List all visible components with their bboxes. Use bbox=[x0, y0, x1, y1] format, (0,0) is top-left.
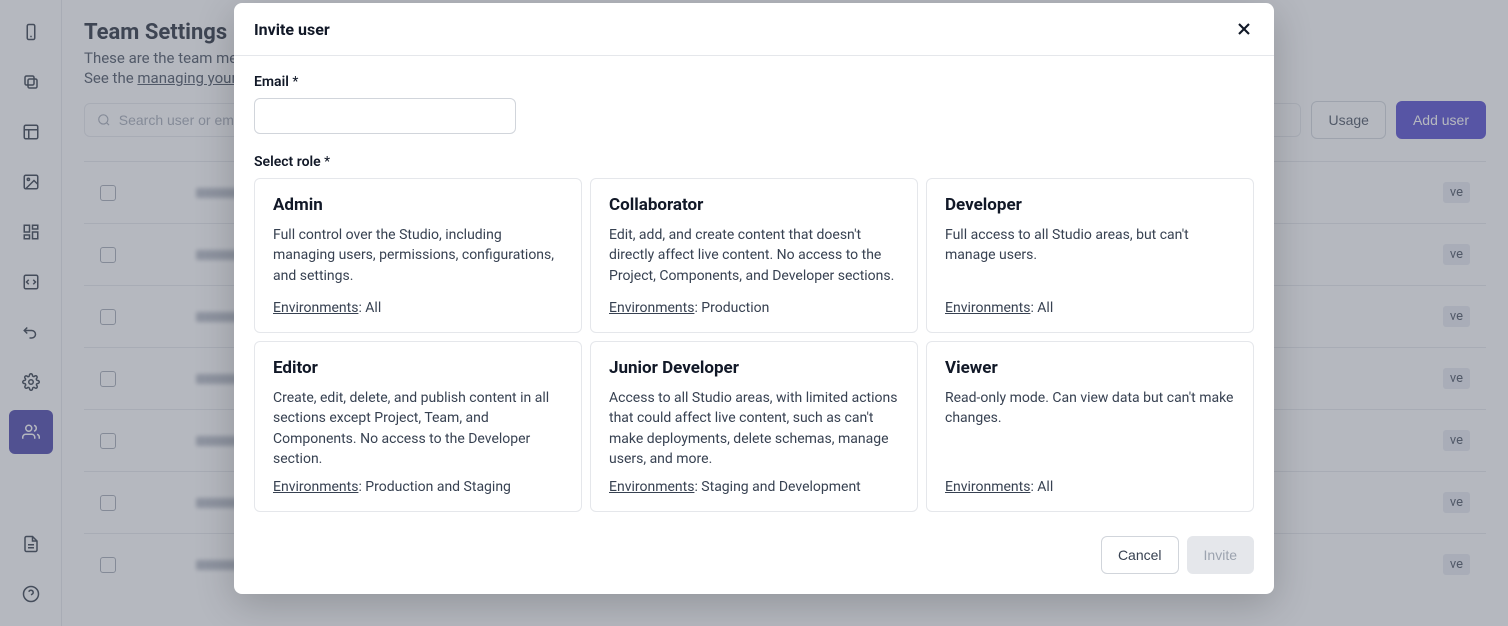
role-title: Viewer bbox=[945, 358, 1235, 378]
invite-button[interactable]: Invite bbox=[1187, 536, 1254, 574]
role-developer[interactable]: Developer Full access to all Studio area… bbox=[926, 178, 1254, 333]
role-editor[interactable]: Editor Create, edit, delete, and publish… bbox=[254, 341, 582, 512]
cancel-button[interactable]: Cancel bbox=[1101, 536, 1179, 574]
role-admin[interactable]: Admin Full control over the Studio, incl… bbox=[254, 178, 582, 333]
role-env: Environments: Staging and Development bbox=[609, 479, 899, 495]
role-collaborator[interactable]: Collaborator Edit, add, and create conte… bbox=[590, 178, 918, 333]
role-label: Select role * bbox=[254, 154, 1254, 170]
role-env: Environments: All bbox=[273, 300, 563, 316]
email-label: Email * bbox=[254, 74, 1254, 90]
modal-title: Invite user bbox=[254, 20, 330, 39]
role-junior-developer[interactable]: Junior Developer Access to all Studio ar… bbox=[590, 341, 918, 512]
role-desc: Create, edit, delete, and publish conten… bbox=[273, 388, 563, 469]
role-desc: Full access to all Studio areas, but can… bbox=[945, 225, 1235, 290]
modal-overlay[interactable]: Invite user Email * Select role * Admin … bbox=[0, 0, 1508, 626]
role-title: Editor bbox=[273, 358, 563, 378]
role-title: Admin bbox=[273, 195, 563, 215]
role-title: Developer bbox=[945, 195, 1235, 215]
invite-user-modal: Invite user Email * Select role * Admin … bbox=[234, 3, 1274, 594]
role-desc: Read-only mode. Can view data but can't … bbox=[945, 388, 1235, 469]
role-desc: Access to all Studio areas, with limited… bbox=[609, 388, 899, 469]
role-env: Environments: Production and Staging bbox=[273, 479, 563, 495]
role-desc: Edit, add, and create content that doesn… bbox=[609, 225, 899, 290]
email-input[interactable] bbox=[254, 98, 516, 134]
role-env: Environments: All bbox=[945, 479, 1235, 495]
role-viewer[interactable]: Viewer Read-only mode. Can view data but… bbox=[926, 341, 1254, 512]
role-env: Environments: All bbox=[945, 300, 1235, 316]
role-title: Collaborator bbox=[609, 195, 899, 215]
role-title: Junior Developer bbox=[609, 358, 899, 378]
role-desc: Full control over the Studio, including … bbox=[273, 225, 563, 290]
close-icon[interactable] bbox=[1234, 19, 1254, 39]
role-env: Environments: Production bbox=[609, 300, 899, 316]
